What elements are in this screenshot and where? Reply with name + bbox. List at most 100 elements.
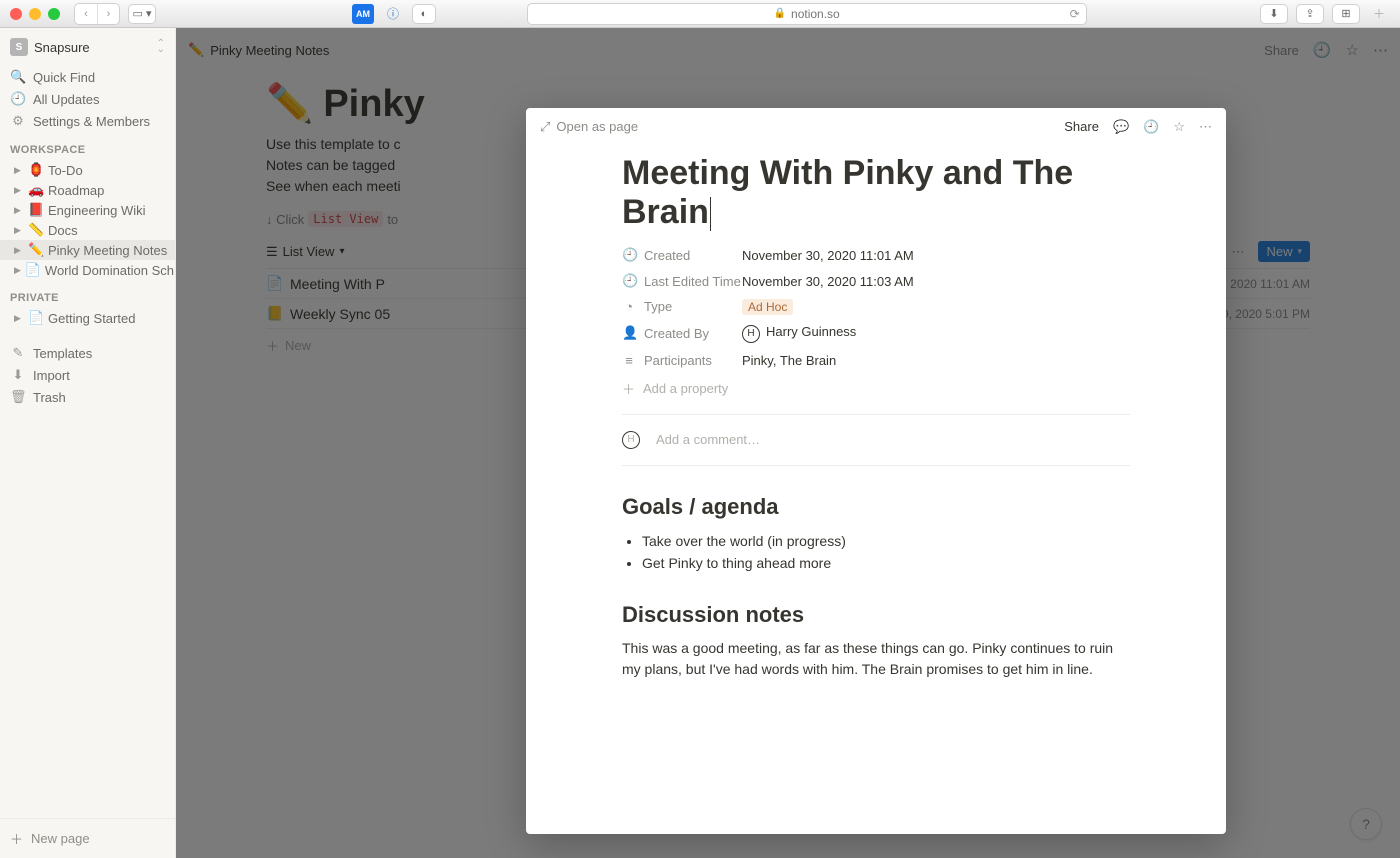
sidebar-all-updates[interactable]: 🕘 All Updates (0, 88, 175, 110)
sidebar-page-world-domination[interactable]: ▶📄World Domination Sch… (0, 260, 175, 280)
sidebar-page-getting-started[interactable]: ▶ 📄 Getting Started (0, 308, 175, 328)
expand-icon[interactable]: ▶ (14, 265, 21, 276)
minimize-window-icon[interactable] (29, 8, 41, 20)
open-as-page-button[interactable]: ⤢ Open as page (540, 119, 638, 135)
tabs-button[interactable]: ⊞ (1332, 4, 1360, 24)
prop-label: Type (644, 299, 672, 314)
heading-goals[interactable]: Goals / agenda (622, 494, 1130, 520)
page-emoji: 🏮 (28, 162, 44, 178)
open-as-page-label: Open as page (556, 119, 638, 134)
page-emoji: ✏️ (28, 242, 44, 258)
download-button[interactable]: ⬇ (1260, 4, 1288, 24)
property-created[interactable]: 🕘Created November 30, 2020 11:01 AM (622, 242, 1130, 268)
add-comment-row[interactable]: H Add a comment… (622, 425, 1130, 455)
page-label: Getting Started (48, 311, 135, 326)
property-type[interactable]: ◔ Type Ad Hoc (622, 294, 1130, 319)
list-item[interactable]: Take over the world (in progress) (642, 530, 1130, 552)
maximize-window-icon[interactable] (48, 8, 60, 20)
modal-body: Meeting With Pinky and The Brain 🕘 Create… (526, 146, 1226, 701)
discussion-body[interactable]: This was a good meeting, as far as these… (622, 638, 1130, 681)
sidebar: S Snapsure ⌃⌄ 🔍 Quick Find 🕘 All Updates… (0, 28, 176, 858)
sidebar-trash[interactable]: 🗑 Trash (0, 386, 175, 408)
clock-icon: 🕘 (10, 91, 26, 107)
page-emoji: 📄 (25, 262, 41, 278)
sidebar-label: Trash (33, 390, 66, 405)
refresh-icon[interactable]: ⟳ (1070, 7, 1080, 21)
sidebar-quick-find[interactable]: 🔍 Quick Find (0, 66, 175, 88)
add-comment-placeholder: Add a comment… (656, 432, 760, 447)
modal-share-button[interactable]: Share (1064, 119, 1099, 134)
expand-icon[interactable]: ▶ (14, 205, 24, 216)
favorite-icon[interactable]: ☆ (1173, 119, 1185, 135)
prop-label: Participants (644, 353, 712, 368)
plus-icon: ＋ (622, 379, 635, 398)
sidebar-templates[interactable]: ✎Templates (0, 342, 175, 364)
updates-icon[interactable]: 🕘 (1143, 119, 1159, 135)
back-button[interactable]: ‹ (75, 4, 97, 24)
expand-icon[interactable]: ▶ (14, 225, 24, 236)
import-icon: ⬇ (10, 367, 26, 383)
property-created-by[interactable]: 👤Created By HHarry Guinness (622, 319, 1130, 348)
sidebar-label: Import (33, 368, 70, 383)
prop-label: Created (644, 248, 690, 263)
list-item[interactable]: Get Pinky to thing ahead more (642, 552, 1130, 574)
url-text: notion.so (791, 7, 840, 21)
reader-button[interactable]: ◐ (412, 4, 436, 24)
avatar: H (622, 431, 640, 449)
sidebar-settings[interactable]: ⚙ Settings & Members (0, 110, 175, 132)
url-bar[interactable]: 🔒 notion.so ⟳ (527, 3, 1087, 25)
heading-discussion[interactable]: Discussion notes (622, 602, 1130, 628)
prop-value-tag: Ad Hoc (742, 299, 793, 315)
sidebar-label: Quick Find (33, 70, 95, 85)
expand-icon[interactable]: ▶ (14, 245, 24, 256)
sidebar-label: New page (31, 831, 90, 846)
sidebar-new-page[interactable]: ＋New page (0, 819, 175, 858)
property-participants[interactable]: ≡Participants Pinky, The Brain (622, 348, 1130, 373)
comments-icon[interactable]: 💬 (1113, 119, 1129, 135)
extension-1password-icon[interactable]: AM (352, 4, 374, 24)
sidebar-page-roadmap[interactable]: ▶🚗Roadmap (0, 180, 175, 200)
add-property-button[interactable]: ＋ Add a property (622, 373, 1130, 404)
prop-value: Harry Guinness (766, 324, 856, 339)
sidebar-page-engineering-wiki[interactable]: ▶📕Engineering Wiki (0, 200, 175, 220)
page-label: Engineering Wiki (48, 203, 146, 218)
new-tab-button[interactable]: ＋ (1368, 4, 1390, 24)
expand-icon[interactable]: ▶ (14, 313, 24, 324)
person-icon: 👤 (622, 325, 636, 341)
modal-topbar: ⤢ Open as page Share 💬 🕘 ☆ ⋯ (526, 108, 1226, 146)
clock-icon: 🕘 (622, 247, 636, 263)
sidebar-section-private: PRIVATE (0, 280, 175, 308)
trash-icon: 🗑 (10, 389, 26, 405)
page-emoji: 📄 (28, 310, 44, 326)
tag-icon: ◔ (622, 299, 636, 314)
close-window-icon[interactable] (10, 8, 22, 20)
prop-label: Last Edited Time (644, 274, 741, 289)
prop-value: November 30, 2020 11:03 AM (742, 274, 1130, 289)
text-cursor (710, 197, 711, 231)
divider (622, 414, 1130, 415)
share-system-button[interactable]: ⇪ (1296, 4, 1324, 24)
search-icon: 🔍 (10, 69, 26, 85)
add-property-label: Add a property (643, 381, 728, 396)
expand-icon[interactable]: ▶ (14, 165, 24, 176)
more-icon[interactable]: ⋯ (1199, 119, 1212, 135)
workspace-switcher[interactable]: S Snapsure ⌃⌄ (0, 28, 175, 66)
modal-title-text: Meeting With Pinky and The Brain (622, 154, 1073, 231)
nav-back-forward: ‹ › (74, 3, 120, 25)
sidebar-page-todo[interactable]: ▶ 🏮 To-Do (0, 160, 175, 180)
sidebar-page-pinky-meeting-notes[interactable]: ▶✏️Pinky Meeting Notes (0, 240, 175, 260)
sidebar-page-docs[interactable]: ▶📏Docs (0, 220, 175, 240)
modal-title[interactable]: Meeting With Pinky and The Brain (622, 154, 1130, 232)
page-label: To-Do (48, 163, 83, 178)
extension-info-icon[interactable]: ⓘ (382, 4, 404, 24)
avatar: H (742, 325, 760, 343)
forward-button[interactable]: › (97, 4, 119, 24)
sidebar-toggle-button[interactable]: ▭ ▾ (128, 4, 156, 24)
sidebar-import[interactable]: ⬇ Import (0, 364, 175, 386)
page-label: Roadmap (48, 183, 104, 198)
property-last-edited[interactable]: 🕘Last Edited Time November 30, 2020 11:0… (622, 268, 1130, 294)
traffic-lights (10, 8, 60, 20)
expand-icon[interactable]: ▶ (14, 185, 24, 196)
goals-list[interactable]: Take over the world (in progress) Get Pi… (622, 530, 1130, 574)
page-label: Docs (48, 223, 78, 238)
